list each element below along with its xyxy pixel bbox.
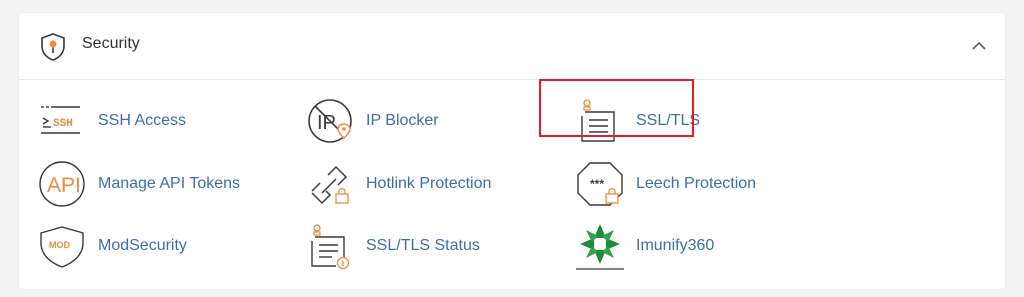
ip-blocker-link[interactable]: IP IP Blocker: [306, 96, 506, 146]
leech-protection-link[interactable]: *** Leech Protection: [576, 159, 796, 209]
hotlink-icon: [311, 165, 349, 205]
svg-text:***: ***: [590, 177, 604, 191]
ssl-tls-status-link[interactable]: SSL/TLS Status: [306, 221, 526, 271]
ssh-terminal-icon: SSH: [41, 106, 80, 134]
item-label: Imunify360: [636, 237, 715, 254]
svg-text:API: API: [47, 174, 81, 197]
modsecurity-link[interactable]: MOD ModSecurity: [38, 221, 258, 271]
chevron-up-icon: [972, 41, 986, 50]
shield-icon: [41, 33, 65, 61]
imunify360-link[interactable]: Imunify360: [576, 221, 796, 271]
security-section-header[interactable]: Security: [19, 13, 1005, 80]
item-label: Manage API Tokens: [98, 175, 241, 192]
collapse-button[interactable]: [969, 36, 989, 56]
item-label: IP Blocker: [366, 112, 439, 129]
svg-text:SSH: SSH: [53, 118, 73, 130]
item-label: SSL/TLS Status: [366, 237, 480, 254]
hotlink-protection-link[interactable]: Hotlink Protection: [306, 159, 526, 209]
item-label: SSL/TLS: [636, 112, 701, 129]
leech-protection-icon: ***: [577, 162, 623, 206]
imunify360-icon: [576, 224, 624, 270]
svg-text:MOD: MOD: [49, 240, 70, 250]
ssh-access-link[interactable]: SSH SSH Access: [38, 96, 238, 146]
item-label: Leech Protection: [636, 175, 757, 192]
ssl-tls-link[interactable]: SSL/TLS: [576, 96, 776, 146]
section-title: Security: [82, 35, 140, 52]
api-icon: API: [39, 161, 85, 207]
ssl-certificate-icon: [581, 99, 615, 142]
item-label: ModSecurity: [98, 237, 187, 254]
item-label: Hotlink Protection: [366, 175, 492, 192]
item-label: SSH Access: [98, 112, 187, 129]
ssl-status-icon: [311, 224, 350, 270]
ip-blocker-icon: IP: [308, 99, 352, 143]
modsecurity-shield-icon: MOD: [40, 226, 84, 268]
manage-api-tokens-link[interactable]: API Manage API Tokens: [38, 159, 258, 209]
